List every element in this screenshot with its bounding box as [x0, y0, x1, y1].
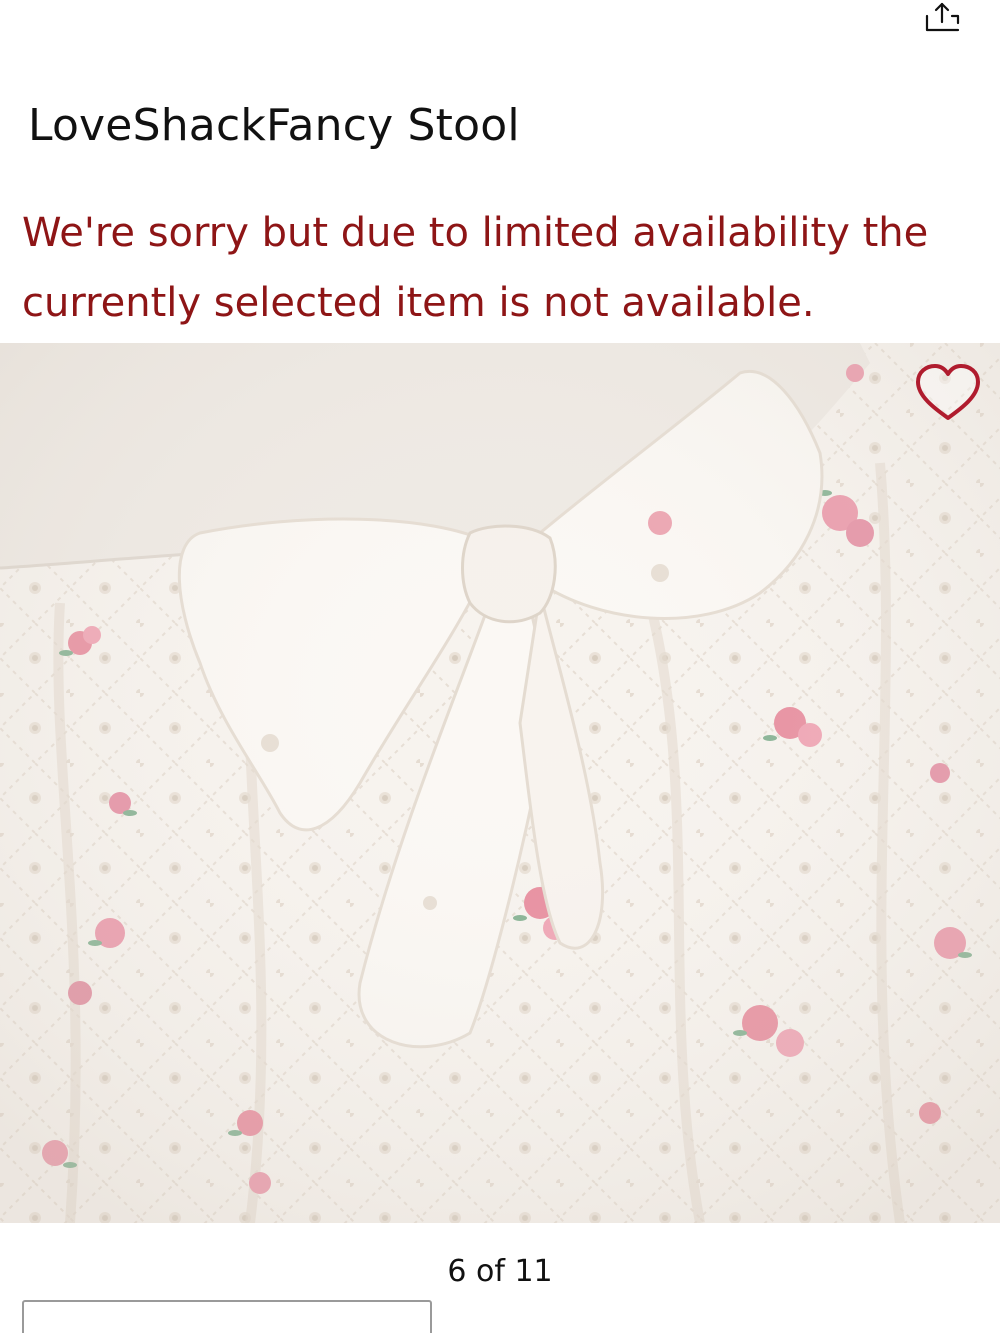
- gallery-position-indicator: 6 of 11: [447, 1254, 553, 1289]
- favorite-button[interactable]: [912, 362, 984, 424]
- share-button[interactable]: [918, 0, 966, 40]
- product-detail-page: LoveShackFancy Stool We're sorry but due…: [0, 0, 1000, 1333]
- availability-alert: We're sorry but due to limited availabil…: [22, 210, 929, 326]
- share-icon: [925, 2, 960, 32]
- heart-outline-icon: [916, 364, 980, 420]
- gallery-thumbnail[interactable]: [22, 1300, 432, 1333]
- product-image[interactable]: [0, 343, 1000, 1223]
- product-photo: [0, 343, 1000, 1223]
- product-title: LoveShackFancy Stool: [28, 100, 520, 151]
